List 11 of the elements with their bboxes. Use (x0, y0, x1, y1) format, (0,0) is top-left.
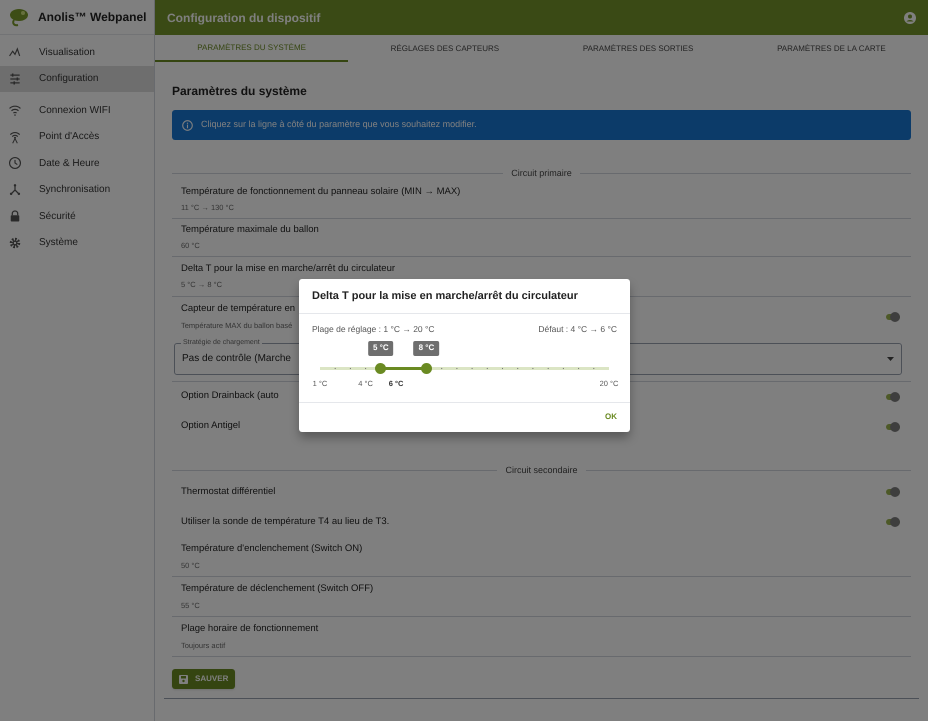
value-tooltip: 8 °C (414, 340, 440, 356)
default-text: Défaut : 4 °C → 6 °C (538, 323, 617, 336)
dialog-title: Delta T pour la mise en marche/arrêt du circulateur (312, 288, 578, 304)
value-tooltip: 5 °C (368, 340, 394, 356)
section-heading: Paramètres du système (172, 83, 308, 100)
app-title: Anolis™ Webpanel (38, 9, 146, 26)
page-header-title: Configuration du dispositif (167, 10, 320, 26)
range-text: Plage de réglage : 1 °C → 20 °C (312, 323, 435, 336)
section-divider-label: Circuit primaire (511, 167, 572, 180)
section-divider-label: Circuit secondaire (505, 464, 578, 476)
info-banner: Cliquez sur la ligne à côté du paramètre que vous souhaitez modifier. (172, 110, 911, 140)
